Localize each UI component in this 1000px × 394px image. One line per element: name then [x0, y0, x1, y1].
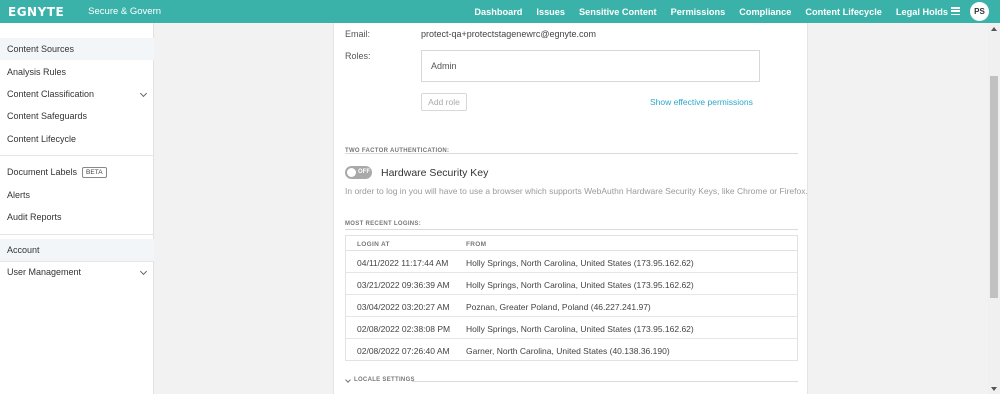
- email-value: protect-qa+protectstagenewrc@egnyte.com: [421, 29, 596, 39]
- hardware-key-hint: In order to log in you will have to use …: [345, 186, 808, 196]
- nav-content-lifecycle[interactable]: Content Lifecycle: [805, 7, 882, 17]
- sidebar-item-content-safeguards[interactable]: Content Safeguards: [0, 105, 154, 127]
- hardware-security-key-title: Hardware Security Key: [381, 167, 489, 179]
- login-from-cell: Holly Springs, North Carolina, United St…: [466, 258, 694, 268]
- sidebar-item-label: Content Lifecycle: [7, 134, 77, 144]
- nav-issues[interactable]: Issues: [536, 7, 565, 17]
- sidebar-item-document-labels[interactable]: Document Labels BETA: [0, 161, 154, 183]
- roles-field[interactable]: Admin: [421, 50, 760, 82]
- login-from-cell: Poznan, Greater Poland, Poland (46.227.2…: [466, 302, 651, 312]
- sidebar-item-label: Analysis Rules: [7, 67, 67, 77]
- nav-compliance[interactable]: Compliance: [739, 7, 791, 17]
- nav-permissions[interactable]: Permissions: [671, 7, 726, 17]
- login-at-cell: 02/08/2022 07:26:40 AM: [357, 346, 450, 356]
- scrollbar-thumb[interactable]: [990, 76, 998, 298]
- sidebar-item-label: Audit Reports: [7, 212, 62, 222]
- toggle-knob: [347, 168, 356, 177]
- avatar[interactable]: PS: [970, 2, 989, 21]
- chevron-down-icon[interactable]: [139, 267, 148, 276]
- sidebar-item-content-lifecycle[interactable]: Content Lifecycle: [0, 128, 154, 150]
- sidebar-item-label: Content Safeguards: [7, 111, 88, 121]
- email-label: Email:: [345, 29, 371, 39]
- nav-legal-holds[interactable]: Legal Holds: [896, 7, 948, 17]
- table-row: 02/08/2022 07:26:40 AM Garner, North Car…: [346, 339, 797, 361]
- scroll-down-arrow-icon[interactable]: [991, 387, 997, 391]
- section-divider: [412, 381, 798, 382]
- nav-sensitive-content[interactable]: Sensitive Content: [579, 7, 657, 17]
- sidebar: Content Sources Analysis Rules Content C…: [0, 23, 154, 394]
- sidebar-item-user-management[interactable]: User Management: [0, 261, 154, 283]
- sidebar-item-content-classification[interactable]: Content Classification: [0, 83, 154, 105]
- hardware-key-toggle[interactable]: OFF: [345, 166, 372, 179]
- sidebar-divider: [0, 234, 154, 235]
- sidebar-item-label: Document Labels: [7, 167, 78, 177]
- hamburger-icon[interactable]: [951, 7, 960, 16]
- recent-logins-table: LOGIN AT FROM 04/11/2022 11:17:44 AM Hol…: [345, 235, 798, 361]
- sidebar-item-label: Content Classification: [7, 89, 95, 99]
- login-at-cell: 04/11/2022 11:17:44 AM: [357, 258, 449, 268]
- user-details-card: Email: protect-qa+protectstagenewrc@egny…: [333, 23, 808, 394]
- toggle-state-label: OFF: [358, 169, 370, 175]
- egnyte-logo[interactable]: EGNYTE: [8, 5, 64, 19]
- login-at-cell: 03/04/2022 03:20:27 AM: [357, 302, 450, 312]
- sidebar-item-alerts[interactable]: Alerts: [0, 184, 154, 206]
- top-nav: Dashboard Issues Sensitive Content Permi…: [460, 0, 948, 23]
- sidebar-item-label: Content Sources: [7, 44, 75, 54]
- login-at-cell: 03/21/2022 09:36:39 AM: [357, 280, 450, 290]
- top-bar: EGNYTE Secure & Govern Dashboard Issues …: [0, 0, 1000, 23]
- login-from-cell: Holly Springs, North Carolina, United St…: [466, 324, 694, 334]
- show-effective-permissions-link[interactable]: Show effective permissions: [650, 97, 753, 107]
- table-row: 02/08/2022 02:38:08 PM Holly Springs, No…: [346, 317, 797, 339]
- column-header-login-at: LOGIN AT: [357, 241, 390, 248]
- table-row: 03/04/2022 03:20:27 AM Poznan, Greater P…: [346, 295, 797, 317]
- chevron-down-icon[interactable]: [345, 377, 351, 383]
- recent-logins-section-title: MOST RECENT LOGINS:: [345, 221, 422, 227]
- column-header-from: FROM: [466, 241, 487, 248]
- sidebar-item-audit-reports[interactable]: Audit Reports: [0, 206, 154, 228]
- sidebar-item-label: Account: [7, 245, 40, 255]
- sidebar-item-content-sources[interactable]: Content Sources: [0, 38, 154, 60]
- app-name: Secure & Govern: [88, 6, 162, 17]
- sidebar-item-label: Alerts: [7, 190, 31, 200]
- roles-label: Roles:: [345, 51, 371, 61]
- locale-settings-section-title[interactable]: LOCALE SETTINGS: [354, 377, 415, 383]
- chevron-down-icon[interactable]: [139, 89, 148, 98]
- sidebar-divider: [0, 155, 154, 156]
- login-from-cell: Holly Springs, North Carolina, United St…: [466, 280, 694, 290]
- section-divider: [345, 153, 798, 154]
- table-row: 04/11/2022 11:17:44 AM Holly Springs, No…: [346, 251, 797, 273]
- sidebar-item-analysis-rules[interactable]: Analysis Rules: [0, 61, 154, 83]
- sidebar-item-label: User Management: [7, 267, 82, 277]
- login-at-cell: 02/08/2022 02:38:08 PM: [357, 324, 451, 334]
- section-divider: [345, 229, 798, 230]
- role-chip: Admin: [431, 61, 457, 71]
- table-row: 03/21/2022 09:36:39 AM Holly Springs, No…: [346, 273, 797, 295]
- add-role-button[interactable]: Add role: [421, 93, 467, 111]
- beta-badge: BETA: [82, 166, 107, 178]
- sidebar-item-account[interactable]: Account: [0, 239, 154, 261]
- scroll-up-arrow-icon[interactable]: [991, 27, 997, 31]
- login-from-cell: Garner, North Carolina, United States (4…: [466, 346, 670, 356]
- nav-dashboard[interactable]: Dashboard: [474, 7, 522, 17]
